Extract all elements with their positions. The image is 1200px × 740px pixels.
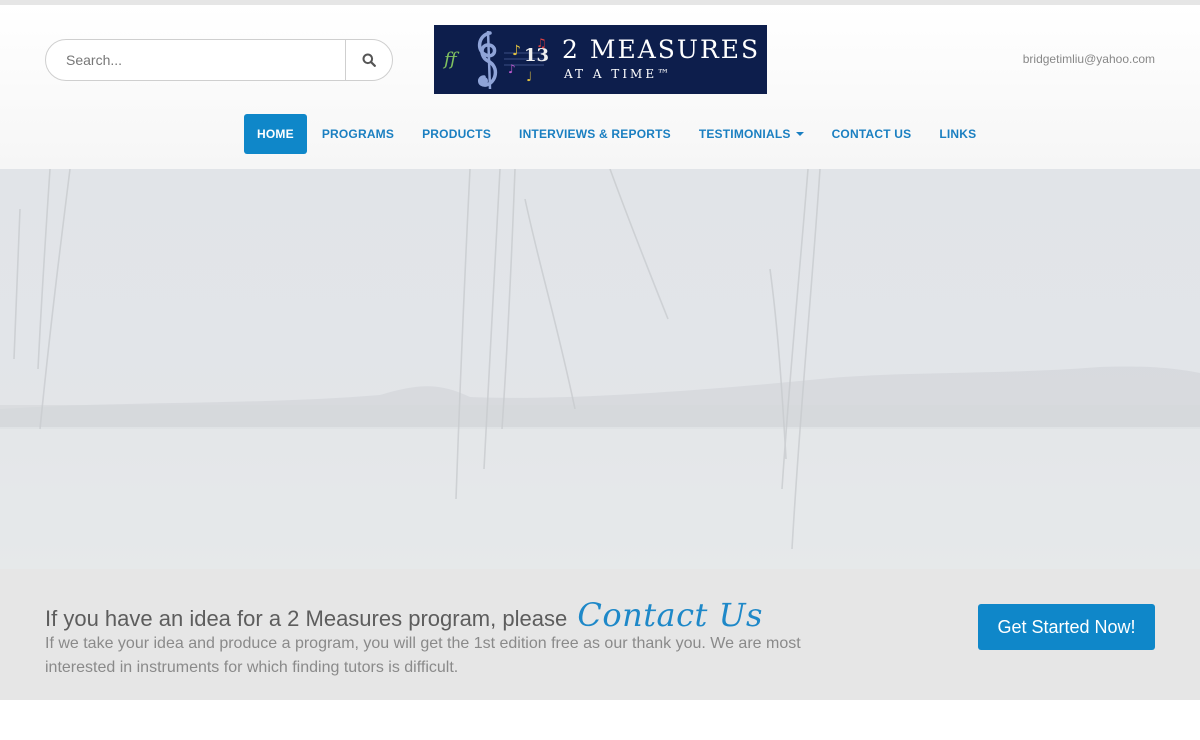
nav-item-label: PRODUCTS <box>422 127 492 141</box>
nav-item-programs[interactable]: PROGRAMS <box>308 114 408 154</box>
svg-text:ff: ff <box>442 49 460 70</box>
music-notes-logo-icon: ff ♪ 13 ♫ ♩ ♪ <box>442 30 549 90</box>
nav-item-contact-us[interactable]: CONTACT US <box>818 114 926 154</box>
nav-item-label: HOME <box>257 127 294 141</box>
search-icon <box>362 53 376 67</box>
svg-text:♩: ♩ <box>526 70 532 85</box>
hero-banner <box>0 169 1200 569</box>
main-nav: HOME PROGRAMS PRODUCTS INTERVIEWS & REPO… <box>244 114 990 154</box>
callout-heading: If you have an idea for a 2 Measures pro… <box>45 596 763 634</box>
nav-item-home[interactable]: HOME <box>244 114 307 154</box>
nav-item-label: TESTIMONIALS <box>698 127 791 141</box>
callout-heading-text: If you have an idea for a 2 Measures pro… <box>45 606 568 631</box>
nav-item-label: INTERVIEWS & REPORTS <box>519 127 671 141</box>
nav-item-label: LINKS <box>939 127 977 141</box>
caret-down-icon <box>795 132 804 136</box>
search-box <box>45 39 393 81</box>
site-header: ff ♪ 13 ♫ ♩ ♪ 2 MEASURES AT A TIME™ brid… <box>0 5 1200 169</box>
site-logo[interactable]: ff ♪ 13 ♫ ♩ ♪ 2 MEASURES AT A TIME™ <box>434 25 767 94</box>
nav-item-interviews-reports[interactable]: INTERVIEWS & REPORTS <box>505 114 685 154</box>
misty-lake-background <box>0 169 1200 569</box>
nav-item-links[interactable]: LINKS <box>925 114 990 154</box>
contact-email[interactable]: bridgetimliu@yahoo.com <box>1023 52 1155 66</box>
nav-item-products[interactable]: PRODUCTS <box>408 114 505 154</box>
nav-item-label: PROGRAMS <box>321 127 395 141</box>
svg-text:♪: ♪ <box>508 62 516 76</box>
callout-description: If we take your idea and produce a progr… <box>45 635 801 676</box>
search-input[interactable] <box>46 40 345 80</box>
logo-subtitle: AT A TIME™ <box>564 67 673 81</box>
search-button[interactable] <box>345 40 392 80</box>
svg-text:♪: ♪ <box>512 43 521 59</box>
contact-us-link[interactable]: Contact Us <box>577 596 763 634</box>
nav-item-label: CONTACT US <box>831 127 912 141</box>
nav-item-testimonials[interactable]: TESTIMONIALS <box>685 114 818 154</box>
svg-text:♫: ♫ <box>536 36 547 50</box>
get-started-button[interactable]: Get Started Now! <box>978 604 1155 650</box>
callout-band: If you have an idea for a 2 Measures pro… <box>0 569 1200 700</box>
logo-title: 2 MEASURES <box>562 35 761 64</box>
